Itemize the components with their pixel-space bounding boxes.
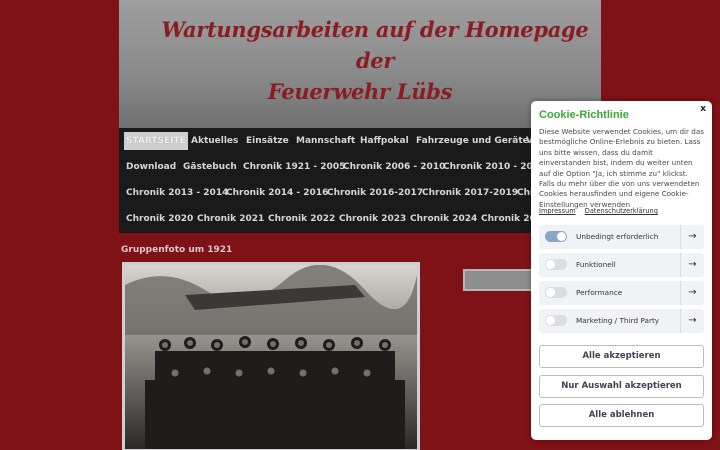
group-photo-image <box>125 265 417 449</box>
nav-item-startseite[interactable]: STARTSEITE <box>124 132 188 150</box>
page: Wartungsarbeiten auf der Homepage der Fe… <box>119 0 601 450</box>
category-label: Funktionell <box>576 260 616 269</box>
category-label: Marketing / Third Party <box>576 316 660 325</box>
accept-selection-button[interactable]: Nur Auswahl akzeptieren <box>539 375 704 398</box>
category-label: Unbedingt erforderlich <box>576 232 659 241</box>
group-photo <box>122 262 420 450</box>
privacy-link[interactable]: Datenschutzerklärung <box>585 207 658 215</box>
site-title: Wartungsarbeiten auf der Homepage der Fe… <box>119 14 601 107</box>
site-header: Wartungsarbeiten auf der Homepage der Fe… <box>119 0 601 128</box>
nav-item-gaestebuch[interactable]: Gästebuch <box>181 158 239 176</box>
nav-item-chronik-2022[interactable]: Chronik 2022 <box>266 210 337 228</box>
main-content: Gruppenfoto um 1921 <box>119 233 601 450</box>
site-title-line1: Wartungsarbeiten auf der Homepage der <box>161 17 589 73</box>
nav-item-chronik-2006-2010[interactable]: Chronik 2006 - 2010 <box>341 158 447 176</box>
cookie-category-necessary[interactable]: Unbedingt erforderlich → <box>539 225 704 249</box>
cookie-description: Diese Website verwendet Cookies, um dir … <box>539 127 704 209</box>
group-photo-illustration <box>125 265 417 449</box>
nav-item-chronik-2024[interactable]: Chronik 2024 <box>408 210 479 228</box>
nav-item-chronik-2020[interactable]: Chronik 2020 <box>124 210 195 228</box>
nav-item-chronik-2021[interactable]: Chronik 2021 <box>195 210 266 228</box>
nav-item-chronik-1921-2005[interactable]: Chronik 1921 - 2005 <box>241 158 347 176</box>
cookie-links: Impressum Datenschutzerklärung <box>539 207 665 215</box>
arrow-right-icon[interactable]: → <box>680 281 704 305</box>
cookie-category-functional[interactable]: Funktionell → <box>539 253 704 277</box>
main-navigation: STARTSEITE Aktuelles Einsätze Mannschaft… <box>119 128 601 233</box>
site-title-line2: Feuerwehr Lübs <box>267 79 453 104</box>
nav-item-chronik-2016-2017[interactable]: Chronik 2016-2017 <box>325 184 425 202</box>
nav-item-mannschaft[interactable]: Mannschaft <box>294 132 357 150</box>
nav-item-download[interactable]: Download <box>124 158 178 176</box>
cookie-consent-dialog: x Cookie-Richtlinie Diese Website verwen… <box>531 101 712 440</box>
toggle-functional[interactable] <box>545 259 567 270</box>
arrow-right-icon[interactable]: → <box>680 225 704 249</box>
photo-caption: Gruppenfoto um 1921 <box>121 245 233 255</box>
toggle-necessary[interactable] <box>545 231 567 242</box>
nav-item-haffpokal[interactable]: Haffpokal <box>358 132 411 150</box>
toggle-performance[interactable] <box>545 287 567 298</box>
close-icon[interactable]: x <box>700 104 706 114</box>
nav-item-fahrzeuge[interactable]: Fahrzeuge und Geräte <box>414 132 531 150</box>
cookie-category-performance[interactable]: Performance → <box>539 281 704 305</box>
category-label: Performance <box>576 288 623 297</box>
nav-item-chronik-2017-2019[interactable]: Chronik 2017-2019 <box>420 184 520 202</box>
nav-item-chronik-2013-2014[interactable]: Chronik 2013 - 2014 <box>124 184 230 202</box>
accept-all-button[interactable]: Alle akzeptieren <box>539 345 704 368</box>
nav-item-chronik-2023[interactable]: Chronik 2023 <box>337 210 408 228</box>
nav-item-chronik-2014-2016[interactable]: Chronik 2014 - 2016 <box>224 184 330 202</box>
nav-item-einsaetze[interactable]: Einsätze <box>244 132 291 150</box>
arrow-right-icon[interactable]: → <box>680 253 704 277</box>
toggle-marketing[interactable] <box>545 315 567 326</box>
sidebar-box <box>463 269 539 291</box>
cookie-category-marketing[interactable]: Marketing / Third Party → <box>539 309 704 333</box>
reject-all-button[interactable]: Alle ablehnen <box>539 404 704 427</box>
cookie-title: Cookie-Richtlinie <box>539 109 629 121</box>
impressum-link[interactable]: Impressum <box>539 207 576 215</box>
nav-item-aktuelles[interactable]: Aktuelles <box>189 132 240 150</box>
arrow-right-icon[interactable]: → <box>680 309 704 333</box>
